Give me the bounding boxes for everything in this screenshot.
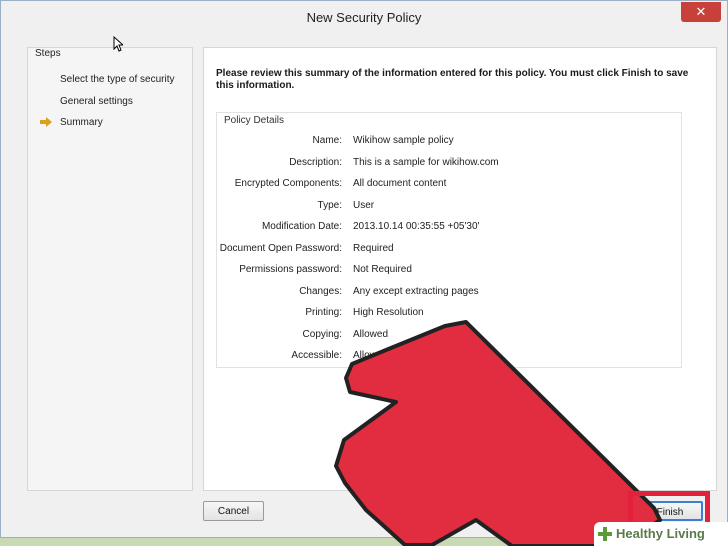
- detail-label: Printing:: [305, 307, 342, 318]
- current-step-arrow-icon: [40, 117, 52, 127]
- detail-row-description: Description: This is a sample for wikiho…: [217, 157, 681, 171]
- detail-value: All document content: [353, 178, 447, 189]
- steps-panel: Steps Select the type of security Genera…: [27, 47, 193, 491]
- detail-value: Any except extracting pages: [353, 285, 479, 297]
- detail-row-accessible: Accessible: Allowed: [217, 350, 681, 364]
- step-summary: Summary: [60, 117, 103, 128]
- detail-value: Allowed: [353, 350, 389, 361]
- summary-intro: Please review this summary of the inform…: [216, 68, 689, 91]
- detail-value: This is a sample for wikihow.com: [353, 156, 499, 168]
- detail-value: Not Required: [353, 264, 412, 275]
- detail-value: Wikihow sample policy: [353, 135, 454, 146]
- cancel-button[interactable]: Cancel: [203, 501, 264, 521]
- policy-details-title: Policy Details: [224, 115, 285, 126]
- detail-label: Document Open Password:: [219, 242, 342, 254]
- dialog-title: New Security Policy: [306, 10, 422, 25]
- detail-row-printing: Printing: High Resolution: [217, 307, 681, 321]
- detail-value: Required: [353, 242, 394, 254]
- detail-row-document-open-password: Document Open Password: Required: [217, 243, 681, 257]
- summary-panel: Please review this summary of the inform…: [203, 47, 717, 491]
- detail-label: Type:: [317, 199, 342, 211]
- detail-value: Allowed: [353, 328, 389, 340]
- detail-row-name: Name: Wikihow sample policy: [217, 135, 681, 149]
- detail-label: Description:: [289, 156, 342, 168]
- detail-label: Changes:: [299, 285, 342, 297]
- security-policy-dialog: New Security Policy ✕ Steps Select the t…: [0, 0, 728, 538]
- detail-value: 2013.10.14 00:35:55 +05'30': [353, 221, 480, 232]
- detail-row-modification-date: Modification Date: 2013.10.14 00:35:55 +…: [217, 221, 681, 235]
- step-general-settings: General settings: [60, 96, 133, 107]
- policy-details-group: Policy Details Name: Wikihow sample poli…: [216, 112, 682, 368]
- watermark-text: Healthy Living: [616, 526, 705, 541]
- detail-row-copying: Copying: Allowed: [217, 329, 681, 343]
- detail-value: User: [353, 199, 375, 211]
- detail-label: Permissions password:: [239, 264, 342, 275]
- detail-row-type: Type: User: [217, 200, 681, 214]
- close-icon: ✕: [695, 4, 707, 19]
- mouse-cursor-icon: [113, 36, 123, 52]
- healthy-living-watermark: Healthy Living: [594, 522, 728, 546]
- detail-label: Name:: [312, 135, 342, 146]
- detail-label: Copying:: [302, 328, 342, 340]
- detail-label: Accessible:: [291, 350, 342, 361]
- detail-row-permissions-password: Permissions password: Not Required: [217, 264, 681, 278]
- title-bar: New Security Policy ✕: [1, 1, 727, 33]
- back-button[interactable]: < Back: [568, 501, 630, 521]
- health-cross-icon: [598, 527, 612, 541]
- detail-value: High Resolution: [353, 307, 424, 318]
- detail-row-encrypted-components: Encrypted Components: All document conte…: [217, 178, 681, 192]
- detail-label: Encrypted Components:: [234, 178, 342, 189]
- detail-label: Modification Date:: [261, 221, 342, 232]
- close-button[interactable]: ✕: [681, 2, 721, 22]
- steps-heading: Steps: [35, 48, 61, 59]
- step-select-type: Select the type of security: [60, 74, 175, 85]
- detail-row-changes: Changes: Any except extracting pages: [217, 286, 681, 300]
